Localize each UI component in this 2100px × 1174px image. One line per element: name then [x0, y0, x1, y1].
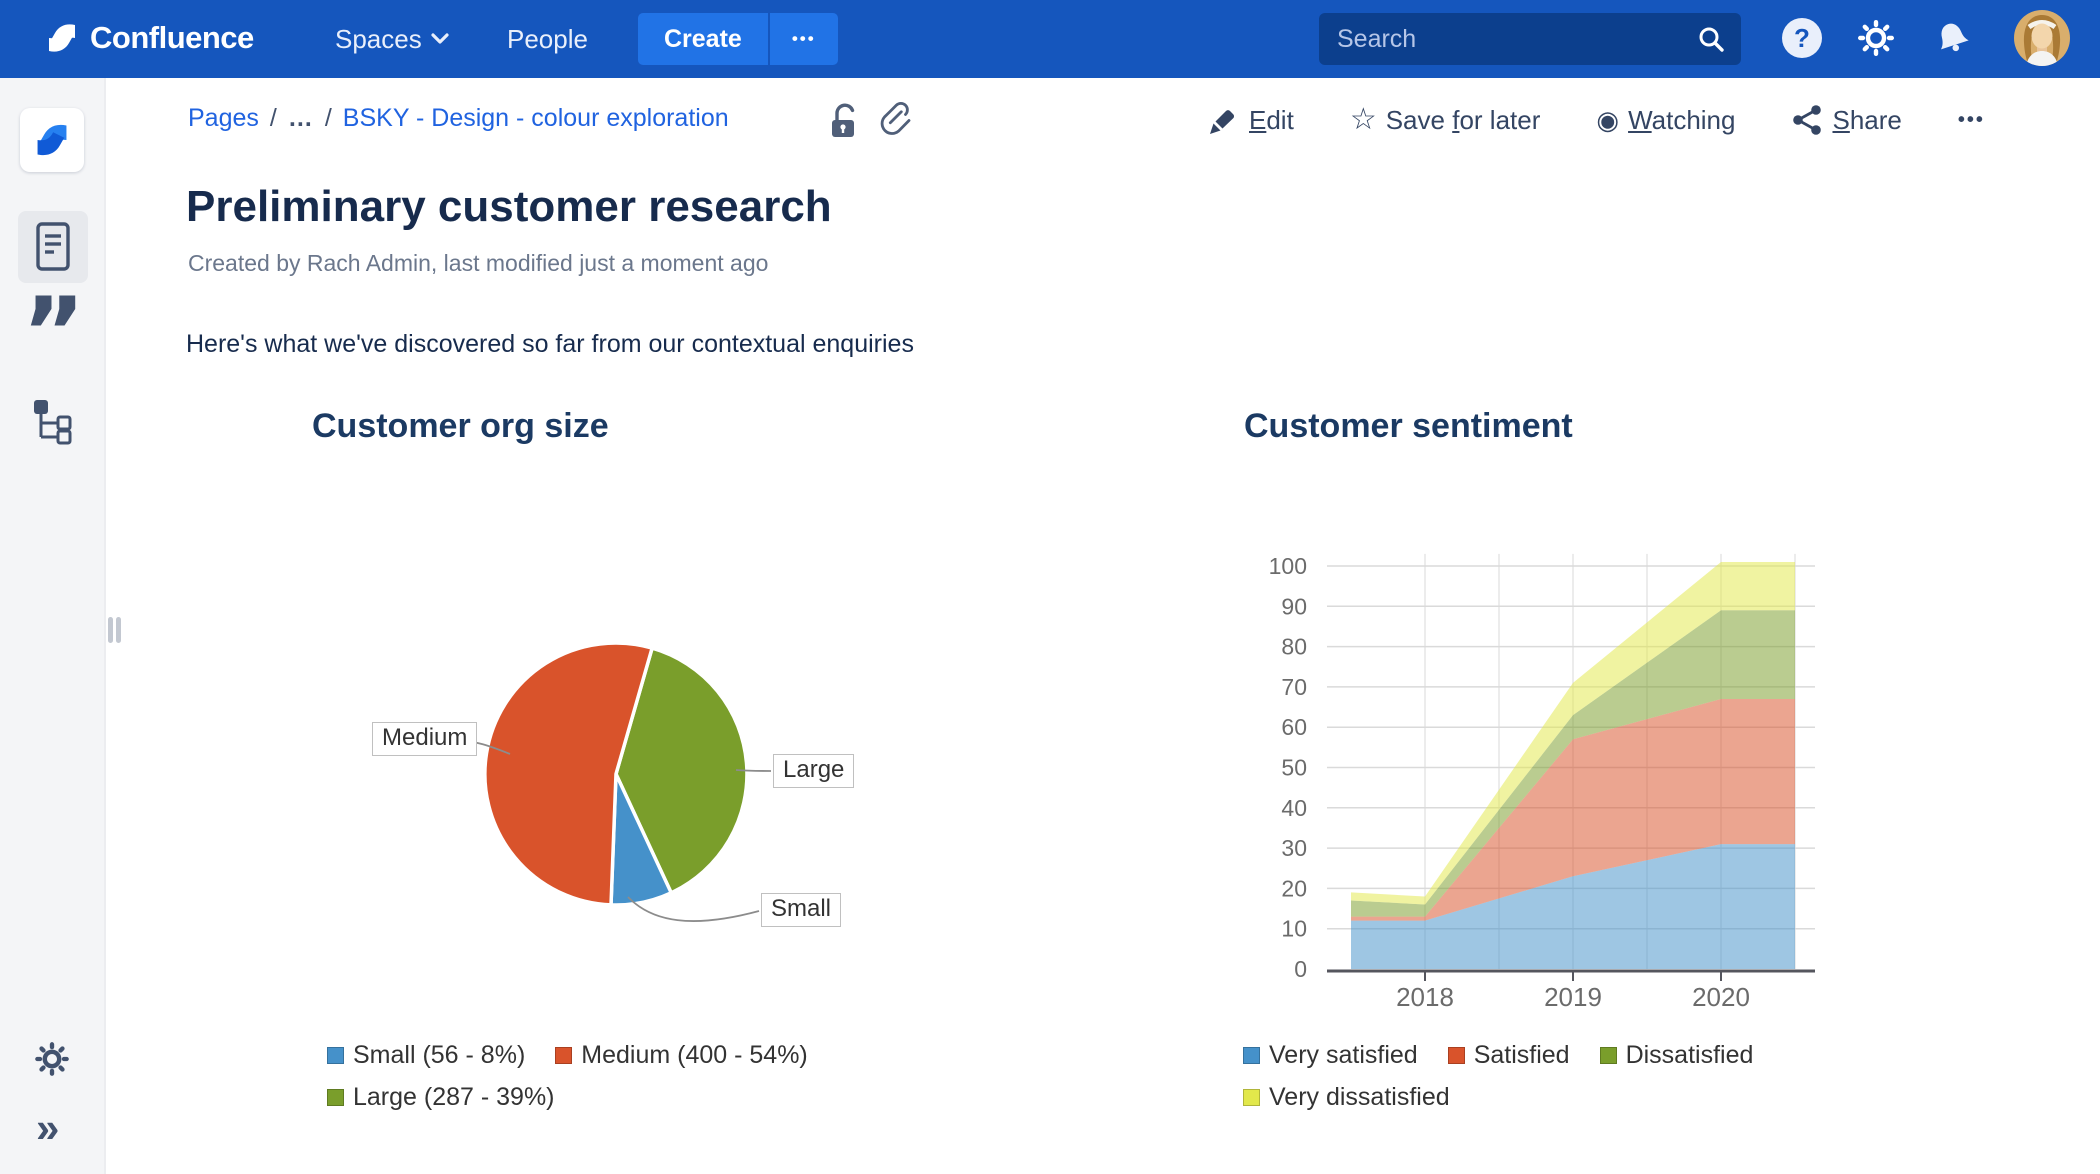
nav-spaces[interactable]: Spaces	[335, 0, 449, 78]
breadcrumb-collapsed[interactable]: …	[288, 104, 314, 133]
watching-eye-icon: ◉	[1596, 105, 1620, 135]
breadcrumb-separator: /	[269, 104, 277, 132]
star-icon: ☆	[1349, 103, 1377, 136]
search-input[interactable]	[1319, 24, 1697, 54]
legend-swatch-very-dissatisfied	[1243, 1089, 1260, 1106]
svg-text:10: 10	[1281, 916, 1307, 942]
sidebar-resize-handle[interactable]	[108, 617, 121, 643]
legend-swatch-dissatisfied	[1599, 1047, 1617, 1064]
edit-button[interactable]: Edit	[1206, 102, 1294, 138]
product-name: Confluence	[90, 20, 254, 55]
pie-callout-small: Small	[761, 893, 842, 927]
space-logo-icon	[32, 120, 72, 160]
breadcrumb-separator: /	[324, 104, 332, 132]
svg-text:50: 50	[1281, 755, 1307, 781]
space-sidebar: ” »	[0, 78, 106, 1174]
confluence-page: { "header": { "product": "Confluence", "…	[0, 0, 2100, 1174]
search-icon[interactable]	[1697, 25, 1741, 53]
svg-text:60: 60	[1281, 714, 1307, 740]
sidebar-item-pages[interactable]	[18, 211, 88, 283]
tree-hierarchy-icon	[34, 400, 74, 446]
gear-icon[interactable]	[1856, 18, 1896, 58]
unlocked-padlock-icon[interactable]	[826, 100, 860, 140]
customer-sentiment-area-chart: 0 10 20 30 40 50 60 70 80 90 100 2018 2019 2020	[1269, 553, 1815, 1012]
area-chart-title: Customer sentiment	[1244, 407, 1573, 445]
nav-people[interactable]: People	[507, 0, 588, 78]
breadcrumb: Pages / … / BSKY - Design - colour explo…	[188, 104, 729, 133]
legend-item: Very satisfied	[1243, 1041, 1418, 1070]
more-actions-button[interactable]: •••	[1958, 109, 1985, 132]
svg-text:30: 30	[1281, 835, 1307, 861]
pencil-icon	[1206, 102, 1240, 138]
legend-swatch-satisfied	[1447, 1047, 1465, 1064]
quotes-icon: ”	[22, 277, 86, 389]
svg-text:80: 80	[1281, 634, 1307, 660]
share-icon	[1791, 102, 1823, 138]
space-logo[interactable]	[20, 108, 84, 172]
legend-swatch-very-satisfied	[1243, 1047, 1260, 1064]
attachments-paperclip-icon[interactable]	[878, 100, 912, 140]
pie-callout-medium: Medium	[372, 722, 478, 756]
confluence-logo[interactable]: Confluence	[44, 20, 254, 56]
svg-text:70: 70	[1281, 674, 1307, 700]
svg-text:2020: 2020	[1692, 982, 1750, 1012]
help-icon[interactable]: ?	[1782, 18, 1822, 58]
legend-item: Large (287 - 39%)	[327, 1083, 555, 1112]
double-chevron-right-icon: »	[36, 1104, 60, 1151]
legend-item: Small (56 - 8%)	[327, 1041, 525, 1070]
share-button[interactable]: Share	[1791, 102, 1902, 138]
legend-swatch-medium	[555, 1047, 573, 1064]
page-restriction-icons	[826, 100, 912, 140]
breadcrumb-space-link[interactable]: BSKY - Design - colour exploration	[343, 104, 729, 133]
sidebar-item-blog[interactable]: ”	[22, 285, 85, 381]
svg-text:2018: 2018	[1396, 982, 1454, 1012]
create-more-button[interactable]: •••	[770, 13, 838, 65]
svg-text:0: 0	[1294, 956, 1307, 982]
svg-text:100: 100	[1269, 553, 1307, 579]
top-navigation-bar: Confluence Spaces People Create ••• ?	[0, 0, 2100, 78]
expand-sidebar-button[interactable]: »	[36, 1107, 59, 1149]
search-bar	[1319, 13, 1741, 65]
page-actions: Edit ☆ Save for later ◉ Watching Share •…	[1206, 102, 1985, 138]
user-avatar[interactable]	[2014, 10, 2070, 66]
area-chart-legend: Very satisfied Satisfied Dissatisfied Ve…	[1243, 1041, 1753, 1112]
create-split-button: Create •••	[638, 13, 838, 65]
legend-item: Satisfied	[1447, 1041, 1570, 1070]
save-for-later-button[interactable]: ☆ Save for later	[1350, 105, 1541, 136]
pie-chart-title: Customer org size	[312, 407, 609, 445]
watching-button[interactable]: ◉ Watching	[1596, 105, 1735, 136]
intro-paragraph: Here's what we've discovered so far from…	[186, 330, 914, 358]
legend-item: Very dissatisfied	[1243, 1083, 1450, 1112]
page-title: Preliminary customer research	[186, 182, 832, 231]
pie-chart-legend: Small (56 - 8%) Medium (400 - 54%) Large…	[327, 1041, 808, 1112]
legend-swatch-small	[327, 1047, 344, 1064]
pie-callout-large: Large	[773, 754, 855, 788]
notifications-bell-icon[interactable]	[1932, 18, 1972, 58]
space-settings-gear-icon[interactable]	[33, 1040, 71, 1078]
svg-text:2019: 2019	[1544, 982, 1602, 1012]
breadcrumb-pages-link[interactable]: Pages	[188, 104, 259, 133]
pages-document-icon	[31, 220, 75, 274]
legend-item: Medium (400 - 54%)	[555, 1041, 808, 1070]
svg-text:20: 20	[1281, 875, 1307, 901]
svg-text:90: 90	[1281, 593, 1307, 619]
confluence-mark-icon	[44, 20, 80, 56]
legend-item: Dissatisfied	[1599, 1041, 1753, 1070]
svg-text:40: 40	[1281, 795, 1307, 821]
chevron-down-icon	[431, 32, 449, 46]
page-byline: Created by Rach Admin, last modified jus…	[188, 250, 769, 276]
legend-swatch-large	[327, 1089, 344, 1106]
create-button[interactable]: Create	[638, 13, 768, 65]
sidebar-item-page-tree[interactable]	[34, 400, 74, 446]
